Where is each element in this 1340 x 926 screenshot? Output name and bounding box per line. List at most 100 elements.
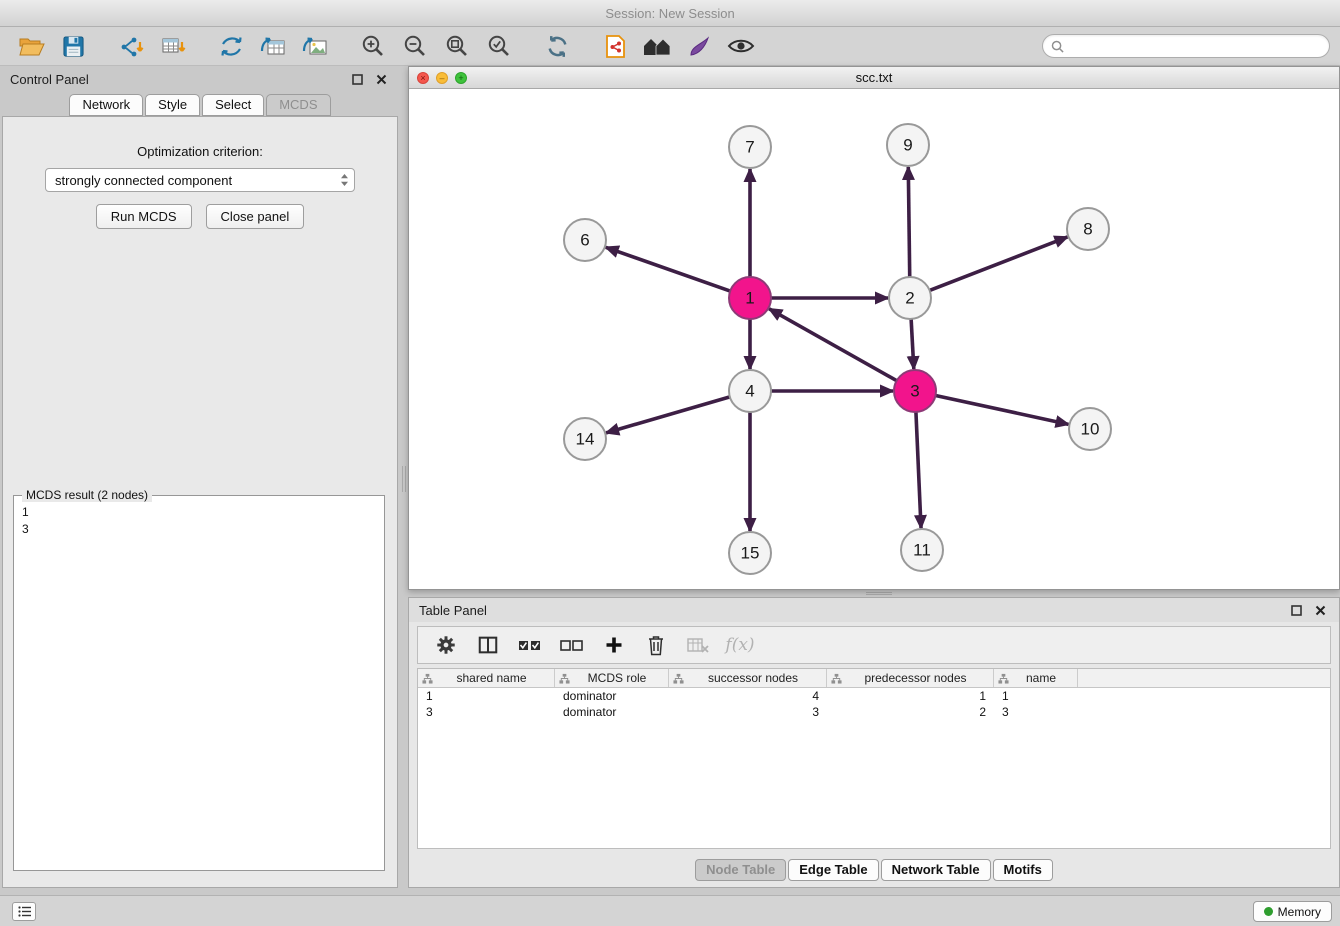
show-hide-button[interactable]	[723, 30, 759, 62]
graph-node-9[interactable]: 9	[887, 124, 929, 166]
graph-node-4[interactable]: 4	[729, 370, 771, 412]
apply-style-button[interactable]	[681, 30, 717, 62]
memory-button[interactable]: Memory	[1253, 901, 1332, 922]
node-label: 7	[745, 138, 754, 157]
delete-column-button[interactable]	[640, 630, 672, 660]
mcds-result-line: 1	[22, 504, 376, 521]
zoom-fit-button[interactable]	[439, 30, 475, 62]
table-header-row: shared nameMCDS rolesuccessor nodesprede…	[418, 669, 1330, 688]
control-panel-float-button[interactable]	[348, 70, 366, 88]
network-window-titlebar: scc.txt × – +	[409, 67, 1339, 89]
graph-edge-3-11[interactable]	[916, 412, 921, 528]
graph-node-1[interactable]: 1	[729, 277, 771, 319]
import-network-button[interactable]	[113, 30, 149, 62]
node-label: 15	[741, 544, 760, 563]
zoom-in-button[interactable]	[355, 30, 391, 62]
open-session-button[interactable]	[13, 30, 49, 62]
node-table: shared nameMCDS rolesuccessor nodesprede…	[417, 668, 1331, 849]
import-table-icon	[161, 35, 186, 58]
memory-label: Memory	[1278, 905, 1321, 919]
select-all-button[interactable]	[514, 630, 546, 660]
export-table-icon	[260, 35, 286, 58]
export-image-icon	[302, 35, 328, 58]
graph-edge-2-8[interactable]	[930, 237, 1068, 290]
fx-icon: f(x)	[725, 635, 754, 655]
graph-edge-2-3[interactable]	[911, 319, 914, 369]
import-network-icon	[119, 35, 144, 58]
graph-node-6[interactable]: 6	[564, 219, 606, 261]
table-panel-close-button[interactable]	[1311, 601, 1329, 619]
tab-network-table[interactable]: Network Table	[881, 859, 991, 881]
graph-node-3[interactable]: 3	[894, 370, 936, 412]
home-icon	[643, 35, 672, 57]
run-mcds-button[interactable]: Run MCDS	[96, 204, 192, 229]
tab-style[interactable]: Style	[145, 94, 200, 116]
control-panel-close-button[interactable]	[372, 70, 390, 88]
tab-node-table[interactable]: Node Table	[695, 859, 786, 881]
tab-edge-table[interactable]: Edge Table	[788, 859, 878, 881]
graph-edge-1-6[interactable]	[606, 247, 730, 291]
graph-node-10[interactable]: 10	[1069, 408, 1111, 450]
save-session-button[interactable]	[55, 30, 91, 62]
window-title: Session: New Session	[605, 6, 734, 21]
column-sort-icon	[831, 673, 842, 684]
column-header-predecessor-nodes[interactable]: predecessor nodes	[827, 669, 994, 687]
add-column-button[interactable]	[598, 630, 630, 660]
deselect-all-button[interactable]	[556, 630, 588, 660]
function-builder-button[interactable]: f(x)	[724, 630, 756, 660]
tab-select[interactable]: Select	[202, 94, 264, 116]
graph-edge-4-14[interactable]	[606, 397, 730, 433]
session-document-button[interactable]	[597, 30, 633, 62]
table-toolbar: f(x)	[417, 626, 1331, 664]
table-panel-header: Table Panel	[409, 598, 1339, 622]
table-row[interactable]: 3dominator323	[418, 704, 1330, 720]
column-header-name[interactable]: name	[994, 669, 1078, 687]
graph-edge-3-10[interactable]	[936, 395, 1069, 424]
export-table-button[interactable]	[255, 30, 291, 62]
table-panel: Table Panel	[408, 597, 1340, 888]
columns-icon	[477, 634, 499, 656]
graph-node-2[interactable]: 2	[889, 277, 931, 319]
refresh-button[interactable]	[539, 30, 575, 62]
network-window: scc.txt × – + 7 9 6 8 1 2 4 3 14 10 15 11	[408, 66, 1340, 590]
node-label: 3	[910, 382, 919, 401]
delete-table-button[interactable]	[682, 630, 714, 660]
home-networks-button[interactable]	[639, 30, 675, 62]
export-image-button[interactable]	[297, 30, 333, 62]
search-box	[1042, 34, 1330, 58]
column-header-shared-name[interactable]: shared name	[418, 669, 555, 687]
network-arrows-button[interactable]	[213, 30, 249, 62]
node-label: 14	[576, 430, 595, 449]
control-panel-title: Control Panel	[10, 72, 89, 87]
table-cell: 1	[994, 688, 1078, 704]
tab-mcds[interactable]: MCDS	[266, 94, 330, 116]
search-input[interactable]	[1069, 39, 1321, 53]
task-history-button[interactable]	[12, 902, 36, 921]
tab-motifs[interactable]: Motifs	[993, 859, 1053, 881]
close-panel-button[interactable]: Close panel	[206, 204, 305, 229]
criterion-dropdown[interactable]: strongly connected component	[45, 168, 355, 192]
graph-node-11[interactable]: 11	[901, 529, 943, 571]
node-label: 1	[745, 289, 754, 308]
table-settings-button[interactable]	[430, 630, 462, 660]
zoom-selected-button[interactable]	[481, 30, 517, 62]
column-header-filler	[1078, 669, 1330, 687]
import-table-button[interactable]	[155, 30, 191, 62]
table-panel-float-button[interactable]	[1287, 601, 1305, 619]
graph-node-14[interactable]: 14	[564, 418, 606, 460]
zoom-out-button[interactable]	[397, 30, 433, 62]
graph-edge-2-9[interactable]	[908, 167, 909, 277]
column-header-successor-nodes[interactable]: successor nodes	[669, 669, 827, 687]
column-header-mcds-role[interactable]: MCDS role	[555, 669, 669, 687]
graph-node-8[interactable]: 8	[1067, 208, 1109, 250]
horizontal-panel-splitter[interactable]	[408, 590, 1340, 597]
graph-node-15[interactable]: 15	[729, 532, 771, 574]
show-columns-button[interactable]	[472, 630, 504, 660]
graph-node-7[interactable]: 7	[729, 126, 771, 168]
tab-network[interactable]: Network	[69, 94, 143, 116]
graph-edge-3-1[interactable]	[769, 309, 897, 381]
node-label: 8	[1083, 220, 1092, 239]
table-row[interactable]: 1dominator411	[418, 688, 1330, 704]
vertical-panel-splitter[interactable]	[400, 66, 408, 888]
network-canvas[interactable]: 7 9 6 8 1 2 4 3 14 10 15 11	[409, 90, 1339, 589]
